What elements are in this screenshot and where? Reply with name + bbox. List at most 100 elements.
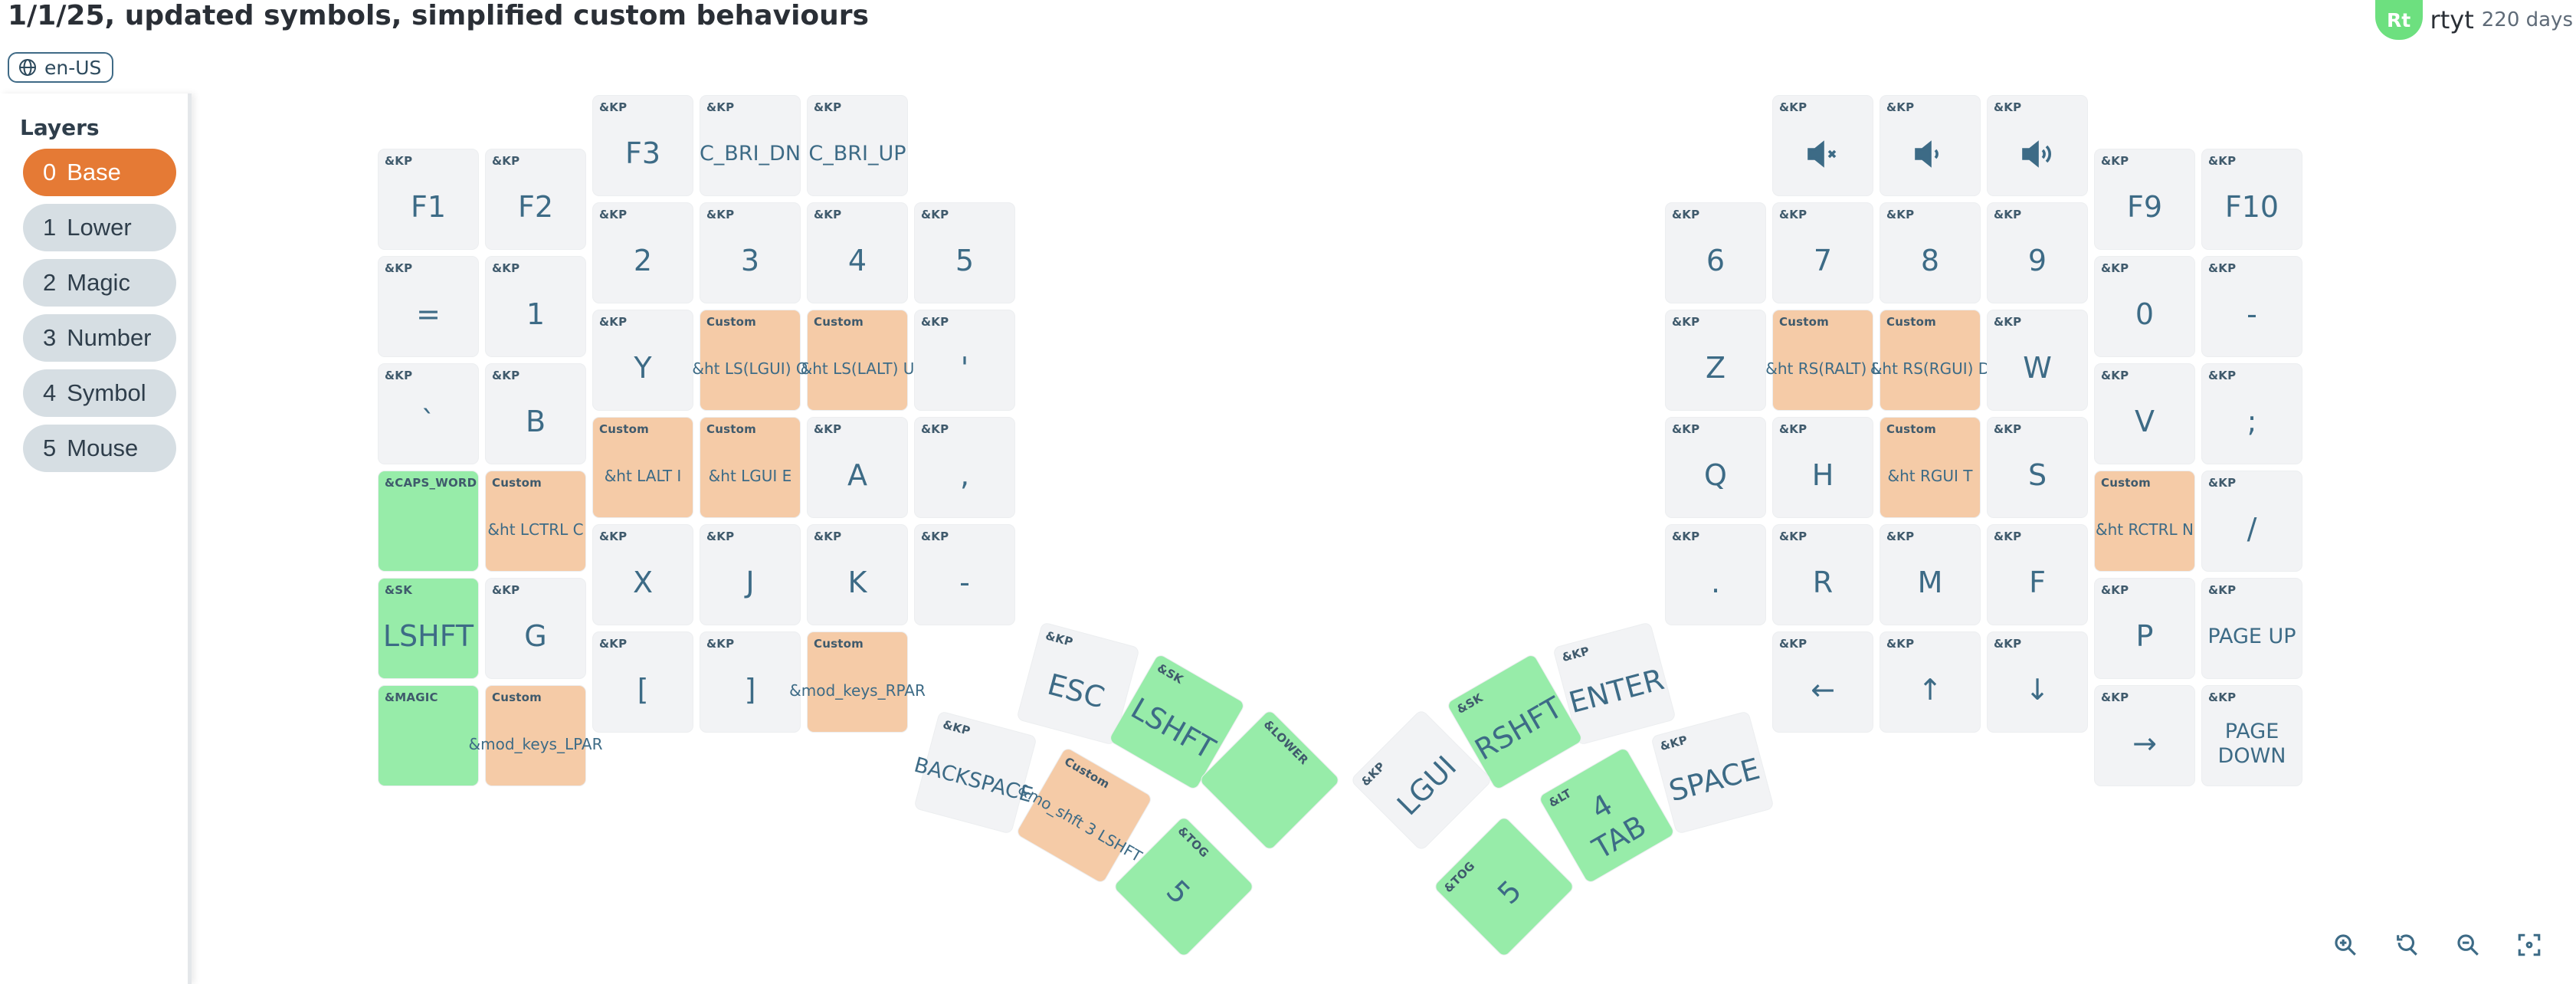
- key-r-voldn[interactable]: &KP: [1880, 96, 1980, 195]
- key-label: P: [2135, 619, 2154, 654]
- key-r-left[interactable]: &KP ←: [1773, 632, 1873, 732]
- key-l-f3[interactable]: &KP F3: [593, 96, 693, 195]
- key-l-j[interactable]: &KP J: [700, 525, 800, 625]
- key-r-down[interactable]: &KP ↓: [1988, 632, 2087, 732]
- key-l-f1[interactable]: &KP F1: [379, 149, 478, 249]
- key-label: F9: [2126, 190, 2163, 225]
- key-r-0[interactable]: &KP 0: [2095, 257, 2194, 356]
- key-r-s[interactable]: &KP S: [1988, 418, 2087, 517]
- key-label: 4: [847, 244, 867, 278]
- key-label: Z: [1705, 351, 1726, 385]
- key-r-8[interactable]: &KP 8: [1880, 203, 1980, 303]
- key-r-tog5[interactable]: &TOG 5: [1434, 816, 1575, 957]
- key-r-ht-n[interactable]: Custom &ht RCTRL N: [2095, 471, 2194, 571]
- key-l-magic[interactable]: &MAGIC: [379, 686, 478, 786]
- key-label: R: [1812, 566, 1834, 600]
- key-label: &ht RS(RALT) L: [1765, 359, 1880, 378]
- key-r-space[interactable]: &KP SPACE: [1651, 711, 1774, 834]
- key-r-mute[interactable]: &KP: [1773, 96, 1873, 195]
- key-label: `: [421, 405, 436, 439]
- key-l-ht-i[interactable]: Custom &ht LALT I: [593, 418, 693, 517]
- key-l-k[interactable]: &KP K: [808, 525, 907, 625]
- key-l-a[interactable]: &KP A: [808, 418, 907, 517]
- key-l-lpar[interactable]: Custom &mod_keys_LPAR: [468, 686, 603, 786]
- key-r-ht-d[interactable]: Custom &ht RS(RGUI) D: [1870, 310, 1990, 410]
- key-l-mo-shft[interactable]: Custom &mo_shft 3 LSHFT: [1014, 747, 1152, 884]
- key-l-ht-o[interactable]: Custom &ht LS(LGUI) O: [692, 310, 808, 410]
- key-l-f2[interactable]: &KP F2: [486, 149, 585, 249]
- key-label: S: [2027, 458, 2047, 493]
- key-l-3[interactable]: &KP 3: [700, 203, 800, 303]
- key-label: 5: [1491, 874, 1529, 911]
- key-r-right[interactable]: &KP →: [2095, 686, 2194, 786]
- fit-screen-icon[interactable]: [2513, 929, 2545, 961]
- key-r-pgdn[interactable]: &KP PAGE DOWN: [2202, 686, 2302, 786]
- zoom-reset-icon[interactable]: [2391, 929, 2423, 961]
- key-label: A: [847, 458, 867, 493]
- key-l-ht-c[interactable]: Custom &ht LCTRL C: [486, 471, 585, 571]
- key-l-b[interactable]: &KP B: [486, 364, 585, 464]
- key-label: &ht RCTRL N: [2096, 520, 2194, 539]
- key-r-r[interactable]: &KP R: [1773, 525, 1873, 625]
- key-label: ↑: [1918, 673, 1942, 707]
- key-r-f[interactable]: &KP F: [1988, 525, 2087, 625]
- key-r-m[interactable]: &KP M: [1880, 525, 1980, 625]
- key-label: ←: [1811, 673, 1835, 707]
- key-l-sk-lshft[interactable]: &SK LSHFT: [379, 579, 478, 678]
- key-l-2[interactable]: &KP 2: [593, 203, 693, 303]
- key-l-lbkt[interactable]: &KP[: [593, 632, 693, 732]
- key-label: 1: [526, 297, 546, 332]
- key-r-dot[interactable]: &KP.: [1666, 525, 1765, 625]
- key-l-bri-up[interactable]: &KP C_BRI_UP: [808, 96, 907, 195]
- key-l-rpar[interactable]: Custom &mod_keys_RPAR: [789, 632, 926, 732]
- key-l-quote[interactable]: &KP ': [915, 310, 1014, 410]
- key-r-9[interactable]: &KP 9: [1988, 203, 2087, 303]
- key-l-5[interactable]: &KP 5: [915, 203, 1014, 303]
- zoom-in-icon[interactable]: [2329, 929, 2361, 961]
- key-label: 0: [2135, 297, 2155, 332]
- key-l-ht-e[interactable]: Custom &ht LGUI E: [700, 418, 800, 517]
- key-r-h[interactable]: &KP H: [1773, 418, 1873, 517]
- key-r-z[interactable]: &KP Z: [1666, 310, 1765, 410]
- key-l-4[interactable]: &KP 4: [808, 203, 907, 303]
- key-label: /: [2247, 512, 2257, 546]
- key-label: &ht LCTRL C: [487, 520, 584, 539]
- key-l-ht-u[interactable]: Custom &ht LS(LALT) U: [801, 310, 914, 410]
- key-l-1[interactable]: &KP 1: [486, 257, 585, 356]
- key-r-ht-l[interactable]: Custom &ht RS(RALT) L: [1765, 310, 1880, 410]
- key-label: &mo_shft 3 LSHFT: [1014, 779, 1145, 866]
- key-l-bspc[interactable]: &KP BACKSPACE: [912, 711, 1037, 834]
- key-r-p[interactable]: &KP P: [2095, 579, 2194, 678]
- key-label: F1: [410, 190, 447, 225]
- key-r-q[interactable]: &KP Q: [1666, 418, 1765, 517]
- key-l-capsword[interactable]: &CAPS_WORD: [379, 471, 478, 571]
- key-r-6[interactable]: &KP 6: [1666, 203, 1765, 303]
- key-r-slash[interactable]: &KP /: [2202, 471, 2302, 571]
- key-r-pgup[interactable]: &KP PAGE UP: [2202, 579, 2302, 678]
- key-r-v[interactable]: &KP V: [2095, 364, 2194, 464]
- key-r-w[interactable]: &KP W: [1988, 310, 2087, 410]
- key-r-7[interactable]: &KP 7: [1773, 203, 1873, 303]
- key-l-g[interactable]: &KP G: [486, 579, 585, 678]
- zoom-out-icon[interactable]: [2452, 929, 2484, 961]
- key-l-y[interactable]: &KP Y: [593, 310, 693, 410]
- key-r-volup[interactable]: &KP: [1988, 96, 2087, 195]
- key-label: &mod_keys_LPAR: [468, 735, 603, 753]
- key-l-x[interactable]: &KP X: [593, 525, 693, 625]
- key-l-comma[interactable]: &KP,: [915, 418, 1014, 517]
- key-l-grave[interactable]: &KP `: [379, 364, 478, 464]
- key-r-f10[interactable]: &KP F10: [2202, 149, 2302, 249]
- key-l-eq[interactable]: &KP =: [379, 257, 478, 356]
- key-l-tog5[interactable]: &TOG 5: [1113, 816, 1254, 957]
- key-label: 5: [955, 244, 975, 278]
- key-r-semi[interactable]: &KP;: [2202, 364, 2302, 464]
- key-r-lt-tab[interactable]: &LT 4 TAB: [1539, 747, 1675, 884]
- key-r-up[interactable]: &KP ↑: [1880, 632, 1980, 732]
- key-label: G: [524, 619, 547, 654]
- key-l-minus[interactable]: &KP -: [915, 525, 1014, 625]
- key-r-minus[interactable]: &KP -: [2202, 257, 2302, 356]
- key-l-rbkt[interactable]: &KP]: [700, 632, 800, 732]
- key-r-ht-t[interactable]: Custom &ht RGUI T: [1880, 418, 1980, 517]
- key-r-f9[interactable]: &KP F9: [2095, 149, 2194, 249]
- key-l-bri-dn[interactable]: &KP C_BRI_DN: [700, 96, 801, 195]
